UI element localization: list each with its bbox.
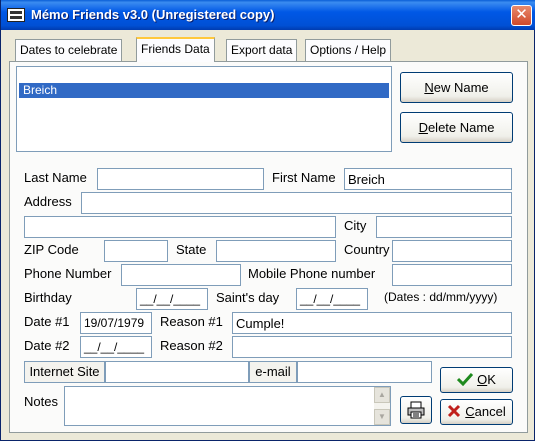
- tab-options-help[interactable]: Options / Help: [305, 39, 392, 61]
- tab-friends-data[interactable]: Friends Data: [136, 37, 215, 62]
- saints-day-label: Saint's day: [216, 290, 280, 305]
- x-icon: [448, 404, 461, 418]
- first-name-label: First Name: [272, 170, 336, 185]
- notes-scrollbar[interactable]: ▲ ▼: [374, 387, 390, 425]
- country-field[interactable]: [392, 240, 512, 262]
- ok-accel: O: [477, 372, 488, 387]
- delete-name-accel: D: [418, 120, 428, 135]
- date1-label: Date #1: [24, 314, 70, 329]
- cancel-button[interactable]: Cancel: [440, 399, 513, 425]
- new-name-label: ew Name: [433, 80, 489, 95]
- email-button[interactable]: e-mail: [249, 361, 297, 383]
- reason1-field[interactable]: Cumple!: [232, 312, 512, 334]
- main-window: Mémo Friends v3.0 (Unregistered copy) ✕ …: [0, 0, 535, 441]
- internet-site-button[interactable]: Internet Site: [24, 361, 105, 383]
- cancel-label: ancel: [474, 404, 506, 419]
- last-name-field[interactable]: [97, 168, 264, 190]
- state-label: State: [176, 242, 207, 257]
- delete-name-button[interactable]: Delete Name: [400, 112, 513, 143]
- friends-listbox[interactable]: Breich: [16, 66, 392, 152]
- date1-field[interactable]: 19/07/1979: [80, 312, 152, 334]
- last-name-label: Last Name: [24, 170, 87, 185]
- date2-field[interactable]: __/__/____: [80, 336, 152, 358]
- state-field[interactable]: [216, 240, 336, 262]
- birthday-field[interactable]: __/__/____: [136, 288, 208, 310]
- city-field[interactable]: [376, 216, 512, 238]
- close-button[interactable]: ✕: [511, 5, 532, 26]
- address-label: Address: [24, 194, 72, 209]
- print-button[interactable]: [400, 396, 432, 424]
- scroll-down-icon[interactable]: ▼: [374, 409, 390, 425]
- phone-field[interactable]: [121, 264, 241, 286]
- email-field[interactable]: [297, 361, 432, 383]
- cancel-accel: C: [465, 404, 475, 419]
- window-title: Mémo Friends v3.0 (Unregistered copy): [31, 7, 275, 22]
- list-item[interactable]: Breich: [19, 83, 389, 98]
- saints-day-field[interactable]: __/__/____: [296, 288, 368, 310]
- reason2-label: Reason #2: [160, 338, 223, 353]
- delete-name-label: elete Name: [427, 120, 495, 135]
- phone-label: Phone Number: [24, 266, 112, 281]
- notes-field[interactable]: [64, 386, 391, 426]
- date2-label: Date #2: [24, 338, 70, 353]
- notes-label: Notes: [24, 394, 58, 409]
- country-label: Country: [344, 242, 390, 257]
- title-bar[interactable]: Mémo Friends v3.0 (Unregistered copy) ✕: [1, 0, 535, 30]
- date-format-hint: (Dates : dd/mm/yyyy): [384, 290, 498, 304]
- printer-icon: [407, 401, 425, 419]
- scroll-up-icon[interactable]: ▲: [374, 387, 390, 403]
- city-label: City: [344, 218, 367, 233]
- ok-label: K: [487, 372, 496, 387]
- address-field-1[interactable]: [81, 192, 512, 214]
- reason1-label: Reason #1: [160, 314, 223, 329]
- tab-export-data[interactable]: Export data: [226, 39, 298, 61]
- birthday-label: Birthday: [24, 290, 72, 305]
- first-name-field[interactable]: Breich: [344, 168, 512, 190]
- tab-dates-to-celebrate[interactable]: Dates to celebrate: [15, 39, 123, 61]
- zip-field[interactable]: [104, 240, 168, 262]
- checkmark-icon: [457, 372, 474, 387]
- new-name-accel: N: [424, 80, 434, 95]
- zip-label: ZIP Code: [24, 242, 79, 257]
- mobile-field[interactable]: [392, 264, 512, 286]
- internet-site-field[interactable]: [105, 361, 249, 383]
- ok-button[interactable]: OK: [440, 367, 513, 393]
- new-name-button[interactable]: New Name: [400, 72, 513, 103]
- reason2-field[interactable]: [232, 336, 512, 358]
- app-icon: [7, 8, 25, 22]
- mobile-label: Mobile Phone number: [248, 266, 376, 281]
- address-field-2[interactable]: [24, 216, 336, 238]
